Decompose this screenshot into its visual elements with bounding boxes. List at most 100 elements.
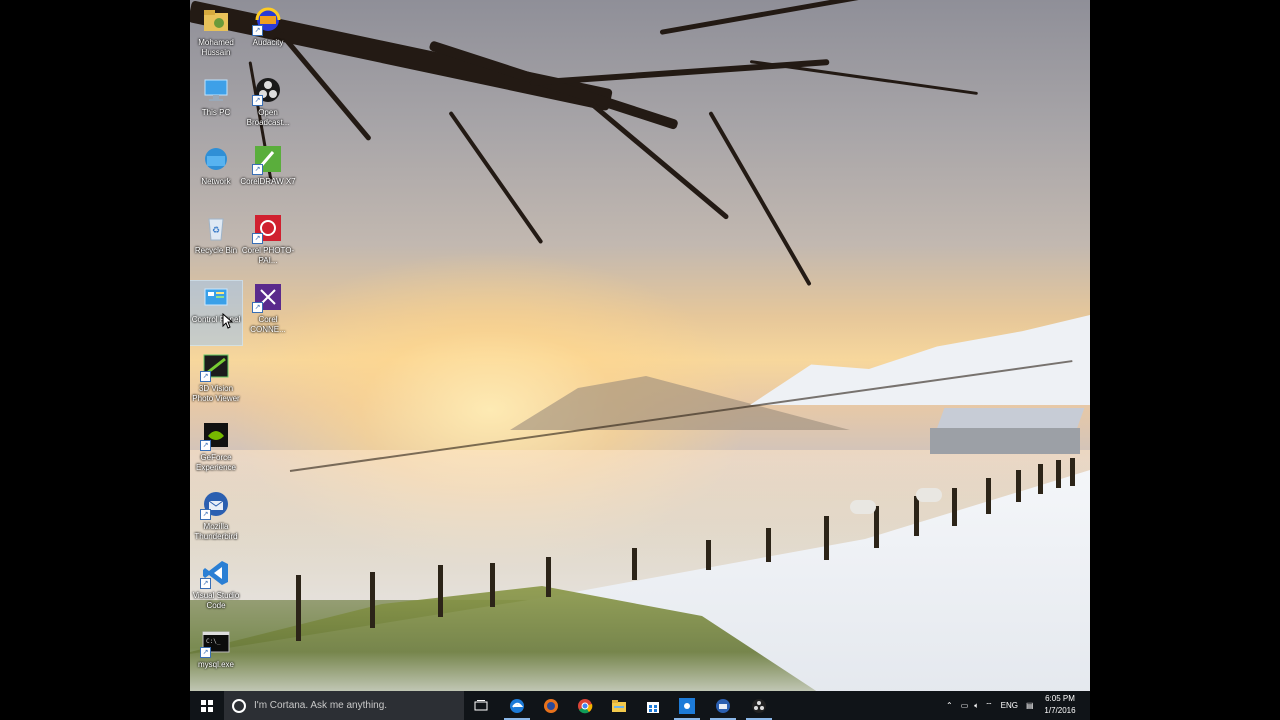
chevron-up-icon[interactable]: ⌃ — [946, 701, 953, 710]
shortcut-arrow-icon: ↗ — [252, 164, 263, 175]
shortcut-arrow-icon: ↗ — [252, 233, 263, 244]
taskbar-chrome[interactable] — [568, 691, 602, 720]
svg-text:C:\_: C:\_ — [206, 638, 221, 645]
taskbar-store[interactable] — [636, 691, 670, 720]
shortcut-arrow-icon: ↗ — [252, 25, 263, 36]
desktop-icon-user-folder[interactable]: Mohamed Hussain — [190, 4, 242, 68]
shortcut-arrow-icon: ↗ — [200, 578, 211, 589]
obs-icon — [752, 698, 766, 713]
taskbar-app-blue[interactable] — [670, 691, 704, 720]
wallpaper-branch — [708, 111, 812, 287]
computer-icon — [200, 74, 232, 106]
fence-post — [370, 572, 375, 628]
desktop-icon-vscode[interactable]: ↗ Visual Studio Code — [190, 557, 242, 621]
taskbar: I'm Cortana. Ask me anything. ⌃ ▭ 🔈︎ ⌔ E… — [190, 691, 1090, 720]
desktop-icon-geforce[interactable]: ↗ GeForce Experience — [190, 419, 242, 483]
firefox-icon — [544, 698, 558, 713]
desktop[interactable]: Mohamed Hussain This PC Network ♻ Recycl… — [190, 0, 1090, 720]
wifi-icon[interactable]: ⌔ — [985, 701, 993, 711]
shortcut-arrow-icon: ↗ — [200, 509, 211, 520]
desktop-icon-recycle-bin[interactable]: ♻ Recycle Bin — [190, 212, 242, 276]
network-tray-icon[interactable]: ▭ — [961, 701, 969, 710]
system-tray: ⌃ ▭ 🔈︎ ⌔ ENG ▤ — [946, 691, 1034, 720]
desktop-icon-thunderbird[interactable]: ↗ Mozilla Thunderbird — [190, 488, 242, 552]
cortana-placeholder: I'm Cortana. Ask me anything. — [254, 700, 388, 711]
desktop-icon-corel-photopaint[interactable]: ↗ Corel PHOTO-PAI... — [242, 212, 294, 276]
fence-post — [914, 496, 919, 536]
settings-sun-icon — [679, 697, 695, 714]
cortana-search-box[interactable]: I'm Cortana. Ask me anything. — [224, 691, 464, 720]
fence-post — [1070, 458, 1075, 486]
desktop-icon-obs[interactable]: ↗ Open Broadcast... — [242, 74, 294, 138]
fence-post — [952, 488, 957, 526]
desktop-icon-corel-connect[interactable]: ↗ Corel CONNE... — [242, 281, 294, 345]
fence-post — [986, 478, 991, 514]
taskbar-obs[interactable] — [742, 691, 776, 720]
windows-logo-icon — [201, 699, 213, 712]
desktop-icon-coreldraw[interactable]: ↗ CorelDRAW X7 — [240, 143, 296, 207]
wallpaper-sheep — [850, 500, 876, 514]
chrome-icon — [578, 698, 593, 713]
recycle-bin-icon: ♻ — [200, 212, 232, 244]
fence-post — [438, 565, 443, 617]
taskbar-firefox[interactable] — [534, 691, 568, 720]
taskbar-file-explorer[interactable] — [602, 691, 636, 720]
task-view-icon — [474, 699, 488, 710]
fence-post — [766, 528, 771, 562]
corel-photopaint-icon: ↗ — [252, 212, 284, 244]
desktop-icon-this-pc[interactable]: This PC — [190, 74, 242, 138]
clock-date: 1/7/2016 — [1044, 706, 1076, 715]
folder-icon — [612, 699, 626, 712]
geforce-icon: ↗ — [200, 419, 232, 451]
network-icon — [200, 143, 232, 175]
wallpaper-mountain — [750, 315, 1090, 405]
icon-label: Control Panel — [191, 315, 241, 324]
fence-post — [824, 516, 829, 560]
clock[interactable]: 6:05 PM 1/7/2016 — [1038, 693, 1082, 717]
wallpaper-branch — [529, 59, 830, 86]
fence-post — [490, 563, 495, 607]
desktop-icon-network[interactable]: Network — [190, 143, 242, 207]
desktop-icon-control-panel[interactable]: Control Panel — [190, 280, 243, 346]
fence-post — [632, 548, 637, 580]
icon-label: CorelDRAW X7 — [240, 177, 296, 186]
thunderbird-icon: ↗ — [200, 488, 232, 520]
desktop-icon-3d-vision[interactable]: ↗ 3D Vision Photo Viewer — [190, 350, 242, 414]
audacity-icon: ↗ — [252, 4, 284, 36]
desktop-icon-audacity[interactable]: ↗ Audacity — [242, 4, 294, 68]
icon-label: Mozilla Thunderbird — [194, 522, 238, 541]
mouse-cursor-icon — [222, 313, 234, 329]
icon-label: Corel PHOTO-PAI... — [241, 246, 295, 265]
3d-vision-icon: ↗ — [200, 350, 232, 382]
icon-label: Audacity — [252, 38, 284, 47]
cortana-icon — [232, 698, 246, 713]
start-button[interactable] — [190, 691, 224, 720]
task-view-button[interactable] — [464, 691, 498, 720]
shortcut-arrow-icon: ↗ — [200, 440, 211, 451]
vscode-icon: ↗ — [200, 557, 232, 589]
control-panel-icon — [200, 281, 232, 313]
fence-post — [546, 557, 551, 597]
wallpaper-branch — [448, 110, 544, 245]
icon-label: mysql.exe — [197, 660, 234, 669]
coreldraw-icon: ↗ — [252, 143, 284, 175]
taskbar-edge[interactable] — [500, 691, 534, 720]
shortcut-arrow-icon: ↗ — [200, 647, 211, 658]
store-icon — [647, 701, 659, 713]
icon-label: Corel CONNE... — [250, 315, 286, 334]
icon-label: GeForce Experience — [195, 453, 237, 472]
edge-icon — [510, 698, 524, 713]
taskbar-thunderbird[interactable] — [706, 691, 740, 720]
desktop-icon-mysql[interactable]: C:\_ ↗ mysql.exe — [190, 626, 242, 690]
wallpaper-branch — [428, 40, 679, 131]
action-center-icon[interactable]: ▤ — [1026, 701, 1034, 710]
icon-label: Mohamed Hussain — [198, 38, 234, 57]
icon-label: Network — [201, 177, 231, 186]
icon-label: This PC — [201, 108, 231, 117]
shortcut-arrow-icon: ↗ — [252, 302, 263, 313]
user-folder-icon — [200, 4, 232, 36]
language-indicator[interactable]: ENG — [1001, 701, 1018, 710]
icon-label: Open Broadcast... — [246, 108, 290, 127]
volume-icon[interactable]: 🔈︎ — [974, 701, 979, 711]
fence-post — [706, 540, 711, 570]
